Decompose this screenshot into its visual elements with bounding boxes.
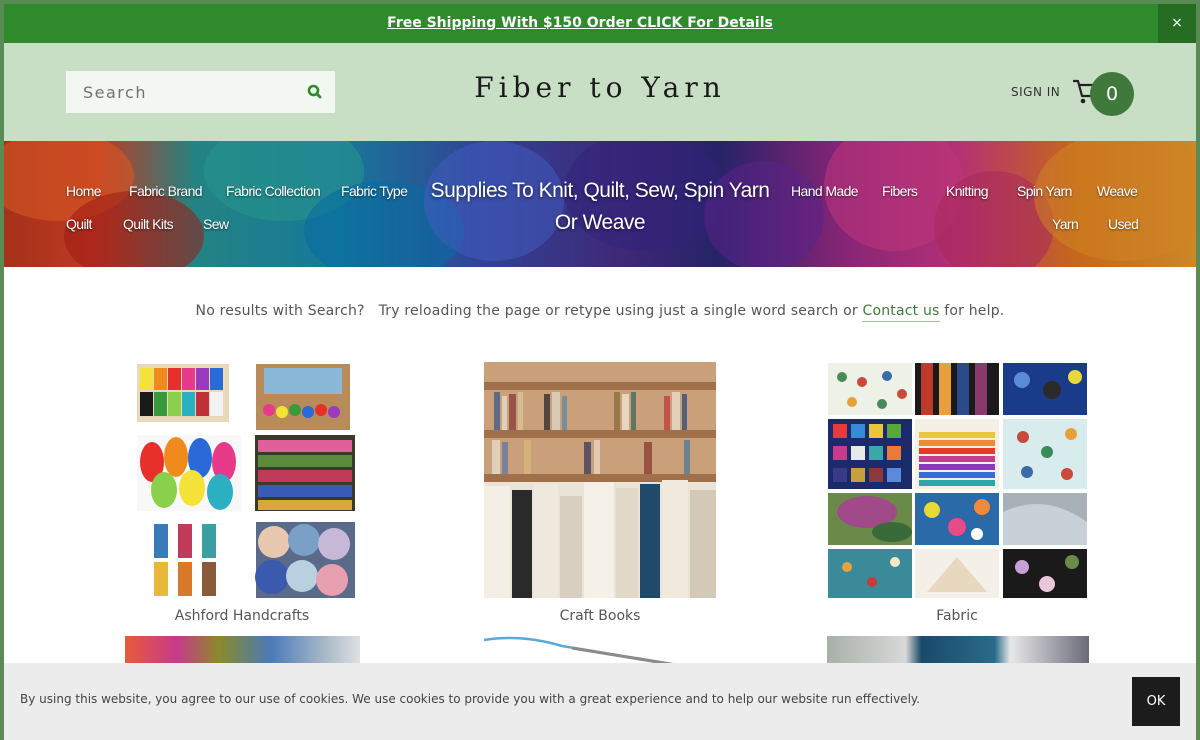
category-label[interactable]: Craft Books — [450, 608, 750, 624]
category-label[interactable]: Fabric — [807, 608, 1107, 624]
search-help-notice: No results with Search? Try reloading th… — [4, 303, 1196, 322]
nav-fabric-type[interactable]: Fabric Type — [341, 183, 408, 199]
nav-knitting[interactable]: Knitting — [946, 183, 989, 199]
notice-text: No results with Search? Try reloading th… — [195, 303, 863, 319]
nav-fabric-brand[interactable]: Fabric Brand — [129, 183, 203, 199]
cookie-message: By using this website, you agree to our … — [20, 692, 921, 706]
nav-used[interactable]: Used — [1108, 216, 1139, 232]
hero-title: Supplies To Knit, Quilt, Sew, Spin Yarn … — [430, 179, 770, 234]
nav-sew[interactable]: Sew — [203, 216, 229, 232]
notice-text-end: for help. — [939, 303, 1005, 319]
nav-hand-made[interactable]: Hand Made — [791, 183, 859, 199]
contact-us-link[interactable]: Contact us — [862, 303, 940, 322]
site-header: Fiber to Yarn SIGN IN 0 — [4, 43, 1196, 141]
category-label[interactable]: Ashford Handcrafts — [92, 608, 392, 624]
category-handmade-image[interactable] — [827, 636, 1089, 666]
nav-quilt[interactable]: Quilt — [66, 216, 92, 232]
cookie-ok-button[interactable]: OK — [1132, 677, 1180, 726]
close-announcement-button[interactable]: × — [1158, 4, 1196, 43]
sign-in-link[interactable]: SIGN IN — [1011, 85, 1060, 99]
fabric-collage-image[interactable] — [827, 362, 1088, 598]
nav-yarn[interactable]: Yarn — [1052, 216, 1079, 232]
hero-banner: Home Fabric Brand Fabric Collection Fabr… — [4, 141, 1196, 267]
announcement-bar: Free Shipping With $150 Order CLICK For … — [4, 4, 1196, 43]
free-shipping-link[interactable]: Free Shipping With $150 Order CLICK For … — [4, 4, 1156, 43]
category-fibers-image[interactable] — [125, 636, 360, 666]
category-knitting-needles-image[interactable] — [482, 636, 716, 666]
nav-home[interactable]: Home — [66, 183, 102, 199]
nav-fabric-collection[interactable]: Fabric Collection — [226, 183, 321, 199]
nav-spin-yarn[interactable]: Spin Yarn — [1017, 183, 1072, 199]
nav-weave[interactable]: Weave — [1097, 183, 1138, 199]
yarn-supplies-image[interactable] — [134, 362, 355, 598]
cookie-banner: By using this website, you agree to our … — [4, 663, 1196, 740]
nav-quilt-kits[interactable]: Quilt Kits — [123, 216, 174, 232]
page-frame: Free Shipping With $150 Order CLICK For … — [4, 4, 1196, 740]
cart-count-badge[interactable]: 0 — [1090, 72, 1134, 116]
nav-fibers[interactable]: Fibers — [882, 183, 918, 199]
bookshelf-image[interactable] — [484, 362, 716, 598]
